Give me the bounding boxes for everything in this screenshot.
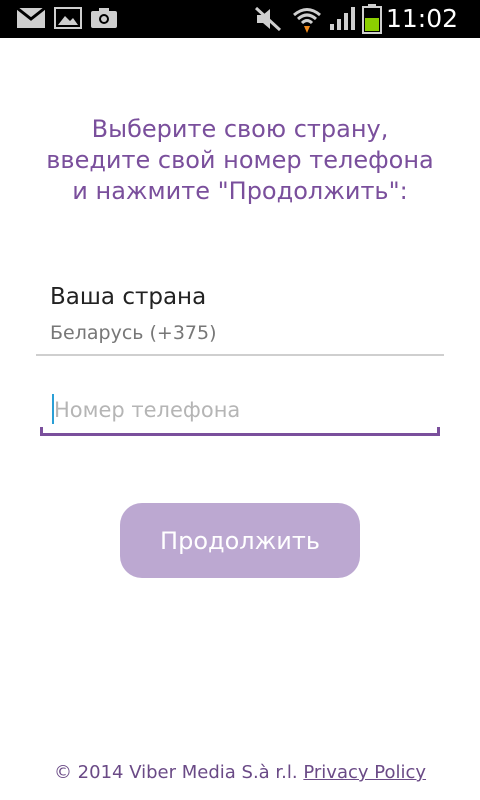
continue-button[interactable]: Продолжить — [120, 503, 360, 578]
intro-instructions: Выберите свою страну, введите свой номер… — [46, 115, 434, 205]
privacy-policy-link[interactable]: Privacy Policy — [303, 762, 426, 783]
copyright-text: © 2014 Viber Media S.à r.l. — [53, 762, 298, 783]
status-time: 11:02 — [385, 4, 458, 33]
signal-icon — [328, 6, 356, 32]
country-value: Беларусь (+375) — [50, 322, 217, 344]
gmail-icon — [16, 6, 46, 30]
country-label: Ваша страна — [50, 284, 207, 310]
status-bar: 11:02 — [0, 0, 480, 38]
camera-icon — [90, 6, 118, 30]
phone-input-underline — [40, 427, 440, 436]
mute-icon — [254, 6, 282, 32]
gallery-icon — [54, 6, 82, 30]
phone-number-input[interactable] — [40, 388, 440, 432]
battery-icon — [362, 4, 382, 34]
wifi-icon — [292, 6, 322, 34]
phone-field[interactable] — [40, 388, 440, 436]
footer: © 2014 Viber Media S.à r.l. Privacy Poli… — [0, 762, 480, 783]
text-caret — [52, 394, 54, 424]
country-selector[interactable]: Ваша страна Беларусь (+375) — [36, 280, 444, 356]
viber-registration-screen: 11:02 Выберите свою страну, введите свой… — [0, 0, 480, 800]
